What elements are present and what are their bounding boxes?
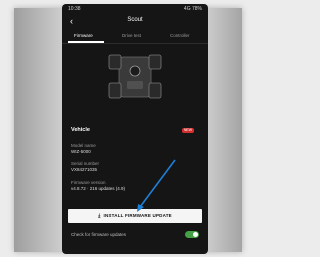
download-icon: ⤓ <box>98 213 101 219</box>
device-image <box>108 54 162 99</box>
tab-bar: Firmware Drive test Controller <box>62 31 208 44</box>
info-value: VX84271035 <box>71 167 98 172</box>
install-firmware-button[interactable]: ⤓ INSTALL FIRMWARE UPDATE <box>68 209 202 223</box>
info-label: Firmware version <box>71 180 106 185</box>
auto-update-row: Check for firmware updates <box>71 230 199 240</box>
info-label: Model name <box>71 143 96 148</box>
section-title: Vehicle <box>71 127 90 133</box>
status-time: 10:38 <box>68 6 81 12</box>
info-serial: Serial number VX84271035 <box>71 161 191 172</box>
info-model: Model name WIZ-5000 <box>71 143 191 154</box>
app-header: ‹ Scout <box>62 14 208 28</box>
info-value: WIZ-5000 <box>71 149 91 154</box>
page-title: Scout <box>127 17 143 23</box>
status-indicators: 4G 78% <box>183 6 202 12</box>
install-button-label: INSTALL FIRMWARE UPDATE <box>103 213 172 218</box>
tab-firmware[interactable]: Firmware <box>74 33 93 38</box>
info-firmware-version: Firmware version v4.8.72 · 216 updates (… <box>71 180 191 191</box>
tab-drive-test[interactable]: Drive test <box>122 33 141 38</box>
active-tab-indicator <box>68 41 104 43</box>
vehicle-section-header: Vehicle NEW <box>62 124 208 138</box>
toggle-knob <box>193 232 198 237</box>
info-value: v4.8.72 · 216 updates (4.9) <box>71 186 126 191</box>
update-badge: NEW <box>182 128 194 133</box>
auto-update-label: Check for firmware updates <box>71 232 127 237</box>
tab-controller[interactable]: Controller <box>170 33 190 38</box>
status-bar: 10:38 4G 78% <box>62 4 208 13</box>
phone-screen: 10:38 4G 78% ‹ Scout Firmware Drive test… <box>62 4 208 254</box>
info-label: Serial number <box>71 161 100 166</box>
auto-update-toggle[interactable] <box>185 231 199 238</box>
